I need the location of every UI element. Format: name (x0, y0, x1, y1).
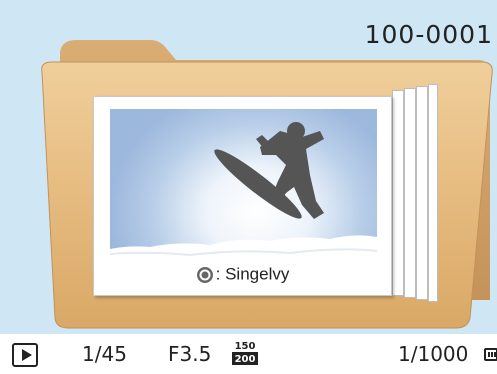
stacked-photo (392, 90, 404, 296)
frame-counter: 1/45 (82, 342, 127, 366)
photo-caption: : Singelvy (94, 264, 391, 285)
stacked-photo (428, 84, 438, 302)
battery-icon (484, 348, 497, 361)
photo-image (110, 109, 377, 286)
iso-top-value: 150 (232, 341, 258, 354)
caption-label: : Singelvy (215, 265, 290, 284)
file-number: 100-0001 (364, 20, 493, 49)
iso-icon: 150 200 (232, 341, 258, 365)
status-bar: 1/45 F3.5 150 200 1/1000 (0, 334, 497, 374)
playback-icon[interactable] (12, 343, 38, 367)
iso-bottom-value: 200 (232, 354, 258, 365)
snowboarder-silhouette (110, 122, 377, 286)
shutter-speed: 1/1000 (398, 342, 469, 366)
aperture-value: F3.5 (168, 342, 212, 366)
stacked-photo (404, 88, 416, 298)
burst-mode-icon (196, 267, 213, 283)
playback-screen: 100-0001 : Singelvy (0, 0, 497, 334)
stacked-photo (416, 86, 428, 300)
photo-thumbnail[interactable]: : Singelvy (93, 96, 392, 296)
